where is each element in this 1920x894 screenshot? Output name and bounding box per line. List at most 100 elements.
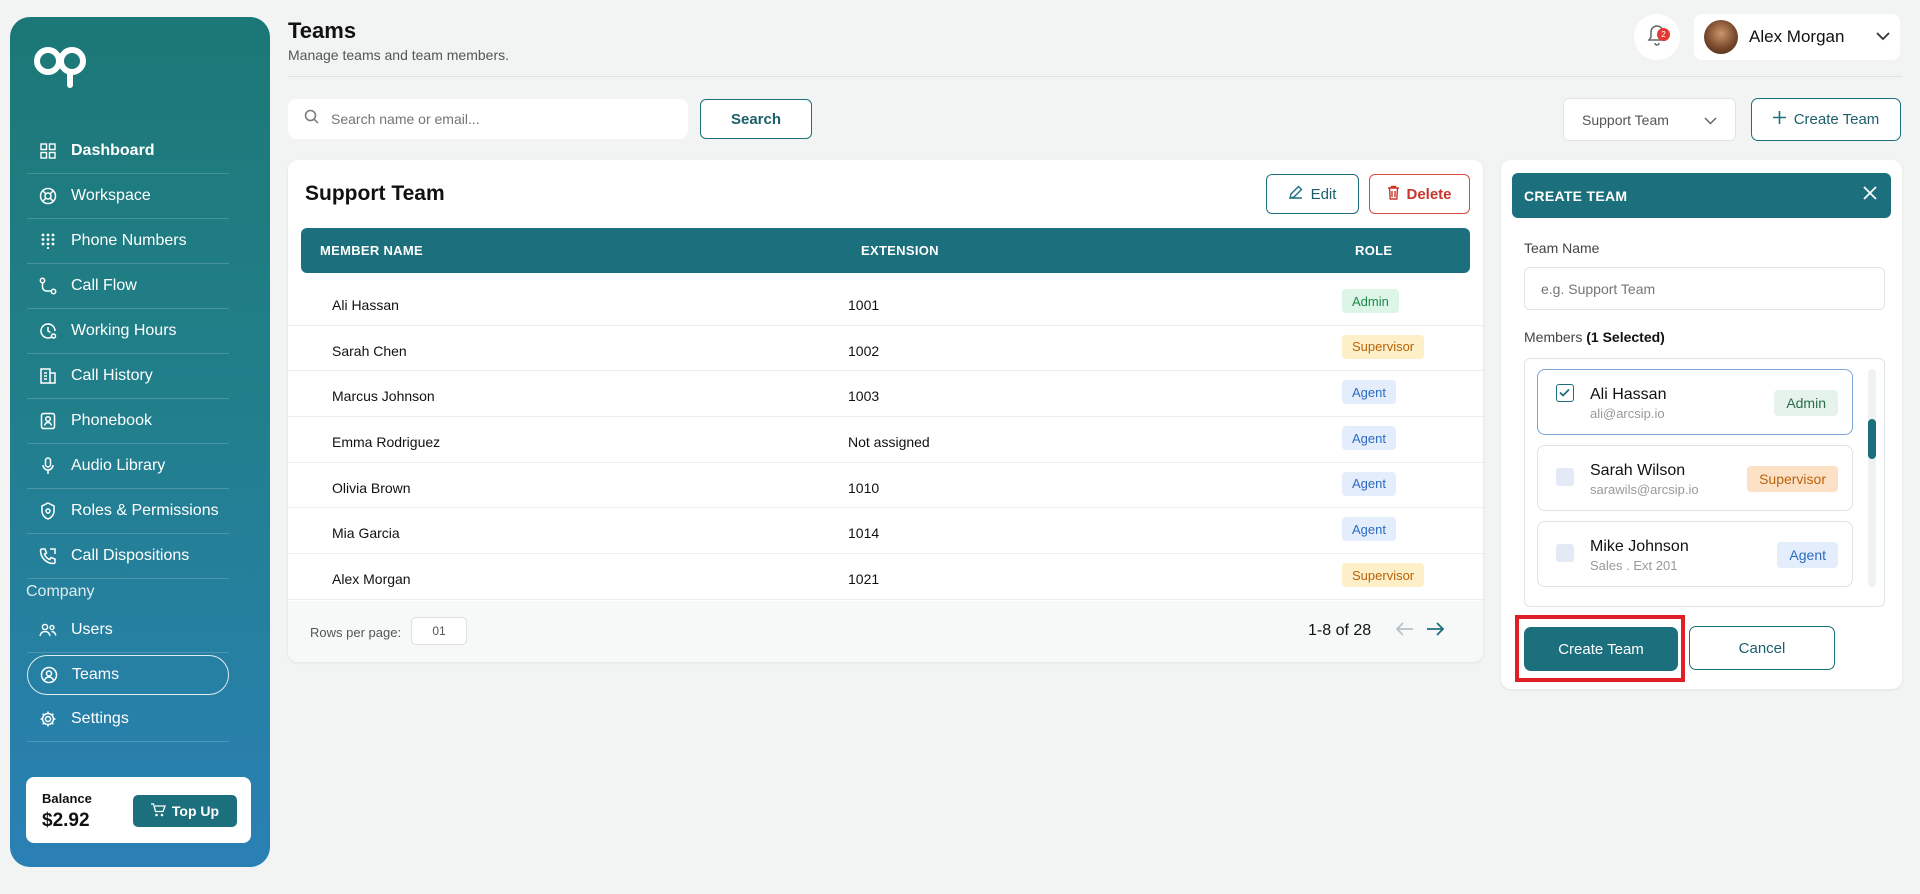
role-badge: Agent (1342, 380, 1396, 405)
team-select[interactable]: Support Team (1563, 98, 1736, 141)
member-name: Ali Hassan (1590, 386, 1667, 403)
nav-item-call-dispositions[interactable]: Call Dispositions (27, 534, 229, 579)
nav-item-teams[interactable]: Teams (27, 655, 229, 695)
top-up-label: Top Up (171, 803, 220, 819)
members-scrollbar-thumb[interactable] (1868, 419, 1876, 459)
trash-icon (1387, 185, 1400, 204)
create-team-label: Create Team (1793, 111, 1880, 128)
close-button[interactable] (1863, 186, 1877, 203)
nav-item-users[interactable]: Users (27, 608, 229, 653)
delete-button[interactable]: Delete (1369, 174, 1470, 214)
clock-icon (39, 322, 57, 340)
members-scrollbar-track[interactable] (1868, 369, 1876, 587)
search-button[interactable]: Search (700, 99, 812, 139)
role-badge: Supervisor (1747, 466, 1838, 492)
cart-icon (150, 802, 166, 820)
nav-item-roles-permissions[interactable]: Roles & Permissions (27, 489, 229, 534)
table-header: MEMBER NAME EXTENSION ROLE (301, 228, 1470, 273)
nav-label: Phone Numbers (71, 232, 187, 249)
next-page-button[interactable] (1426, 619, 1445, 642)
team-icon (40, 666, 58, 684)
gear-icon (39, 710, 57, 728)
nav-item-workspace[interactable]: Workspace (27, 174, 229, 219)
member-detail: Sales . Ext 201 (1590, 558, 1678, 573)
create-team-button[interactable]: Create Team (1751, 98, 1901, 141)
page-title: Teams (288, 18, 357, 43)
arrow-right-icon (1427, 622, 1445, 636)
cancel-button[interactable]: Cancel (1689, 626, 1835, 670)
grid-icon (39, 142, 57, 160)
create-team-panel: CREATE TEAM Team Name Members (1 Selecte… (1501, 160, 1902, 689)
nav-item-call-flow[interactable]: Call Flow (27, 264, 229, 309)
nav-label: Dashboard (71, 142, 155, 159)
member-name-cell: Ali Hassan (332, 297, 399, 313)
column-header-extension: EXTENSION (861, 243, 939, 258)
main-nav: Dashboard Workspace Phone Numbers Call F… (27, 129, 229, 579)
nav-label: Call Flow (71, 277, 137, 294)
table-row[interactable]: Emma Rodriguez Not assigned Agent (288, 417, 1483, 463)
create-team-panel-header: CREATE TEAM (1512, 173, 1891, 218)
extension-cell: 1010 (848, 479, 880, 496)
nav-item-call-history[interactable]: Call History (27, 354, 229, 399)
top-up-button[interactable]: Top Up (133, 795, 237, 827)
member-option[interactable]: Mike Johnson Sales . Ext 201 Agent (1537, 521, 1853, 587)
table-row[interactable]: Alex Morgan 1021 Supervisor (288, 554, 1483, 600)
nav-label: Audio Library (71, 457, 166, 474)
shield-icon (39, 502, 57, 520)
nav-item-phonebook[interactable]: Phonebook (27, 399, 229, 444)
nav-item-working-hours[interactable]: Working Hours (27, 309, 229, 354)
avatar (1704, 20, 1738, 54)
member-name: Mike Johnson (1590, 538, 1689, 555)
member-name-cell: Mia Garcia (332, 525, 400, 542)
table-row[interactable]: Ali Hassan 1001 Admin (288, 280, 1483, 326)
create-team-submit-button[interactable]: Create Team (1524, 627, 1678, 671)
nav-label: Call History (71, 367, 153, 384)
member-email: sarawils@arcsip.io (1590, 482, 1699, 497)
column-header-role: ROLE (1355, 243, 1393, 258)
member-checkbox[interactable] (1556, 384, 1574, 402)
edit-button[interactable]: Edit (1266, 174, 1359, 214)
member-checkbox[interactable] (1556, 468, 1574, 486)
extension-cell: 1003 (848, 388, 880, 405)
table-row[interactable]: Mia Garcia 1014 Agent (288, 508, 1483, 555)
pagination-info: 1-8 of 28 (1308, 622, 1372, 639)
header-divider (288, 76, 1902, 77)
nav-item-audio-library[interactable]: Audio Library (27, 444, 229, 489)
member-checkbox[interactable] (1556, 544, 1574, 562)
table-row[interactable]: Marcus Johnson 1003 Agent (288, 371, 1483, 418)
members-label-text: Members (1524, 329, 1583, 345)
nav-item-settings[interactable]: Settings (27, 697, 229, 742)
panel-title: CREATE TEAM (1524, 188, 1628, 204)
search-input[interactable] (331, 111, 661, 127)
brand-logo-icon (34, 47, 86, 88)
prev-page-button[interactable] (1395, 619, 1414, 642)
contact-book-icon (39, 412, 57, 430)
team-select-value: Support Team (1582, 111, 1669, 128)
member-name: Sarah Wilson (1590, 462, 1686, 479)
team-card: Support Team Edit Delete MEMBER NAME EXT… (288, 160, 1483, 662)
extension-cell: 1014 (848, 525, 880, 542)
notifications-button[interactable]: 2 (1634, 14, 1680, 60)
nav-label: Call Dispositions (71, 547, 190, 564)
member-email: ali@arcsip.io (1590, 406, 1665, 421)
nav-item-dashboard[interactable]: Dashboard (27, 129, 229, 174)
rows-per-page-select[interactable]: 01 (411, 617, 467, 645)
role-badge: Agent (1342, 517, 1396, 542)
nav-label: Working Hours (71, 322, 177, 339)
role-badge: Agent (1342, 426, 1396, 451)
member-option[interactable]: Sarah Wilson sarawils@arcsip.io Supervis… (1537, 445, 1853, 511)
table-row[interactable]: Sarah Chen 1002 Supervisor (288, 326, 1483, 372)
extension-cell: 1001 (848, 297, 880, 313)
nav-item-phone-numbers[interactable]: Phone Numbers (27, 219, 229, 264)
pencil-icon (1288, 185, 1303, 203)
user-menu[interactable]: Alex Morgan (1694, 14, 1900, 60)
section-label-company: Company (26, 583, 95, 600)
page-subtitle: Manage teams and team members. (288, 47, 509, 63)
rows-per-page-label: Rows per page: (310, 625, 402, 640)
table-row[interactable]: Olivia Brown 1010 Agent (288, 463, 1483, 509)
team-name-input[interactable] (1524, 267, 1885, 310)
member-option[interactable]: Ali Hassan ali@arcsip.io Admin (1537, 369, 1853, 435)
plus-icon (1772, 111, 1786, 128)
member-name-cell: Alex Morgan (332, 571, 411, 588)
sidebar: Dashboard Workspace Phone Numbers Call F… (10, 17, 270, 867)
